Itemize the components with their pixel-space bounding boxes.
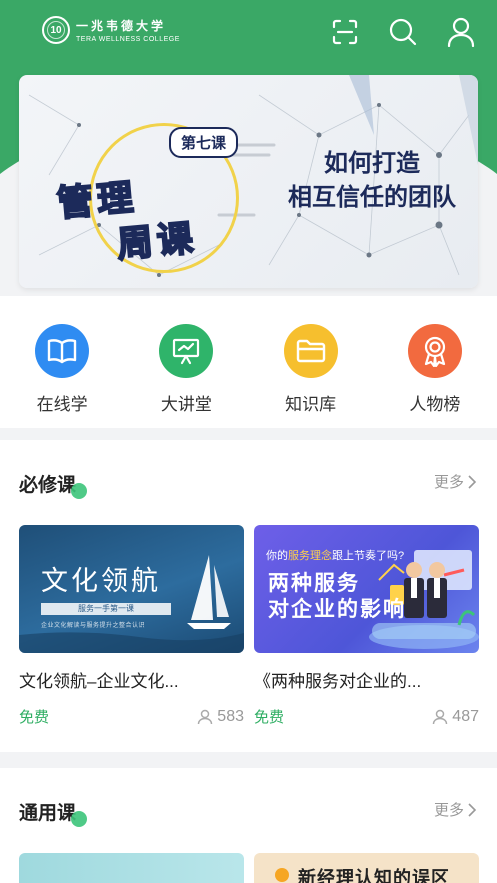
- question-part2: 跟上节奏了吗?: [332, 550, 405, 562]
- section-header: 通用课 更多: [0, 768, 497, 848]
- nav-knowledge-base[interactable]: 知识库: [249, 296, 373, 428]
- thumbnail-title-line1: 两种服务: [268, 572, 360, 595]
- banner-subtitle-line1: 如何打造: [324, 150, 420, 177]
- logo-chinese: 一兆韦德大学: [76, 19, 167, 33]
- more-label: 更多: [433, 802, 464, 819]
- course-title: 文化领航–企业文化...: [19, 672, 179, 691]
- required-courses-section: 必修课 更多 文化领航 服务一手第一课 企业文化解读与服务提升之整合认识 文化领…: [0, 440, 497, 752]
- search-icon[interactable]: [387, 16, 419, 48]
- banner-subtitle: 如何打造 相互信任的团队: [288, 147, 456, 215]
- learner-count: 487: [432, 708, 479, 726]
- general-courses-section: 通用课 更多 新经理认知的误区: [0, 768, 497, 883]
- title-accent-dot: [71, 811, 87, 827]
- learner-count: 583: [197, 708, 244, 726]
- section-title: 通用课: [19, 803, 77, 824]
- top-bar: 10 一兆韦德大学 TERA WELLNESS COLLEGE: [0, 0, 497, 64]
- top-actions: [329, 16, 477, 48]
- logo-badge: 10: [42, 16, 70, 44]
- course-card[interactable]: 你的服务理念跟上节奏了吗? 两种服务 对企业的影响 《两种服务对企业的... 免…: [254, 525, 479, 727]
- course-card[interactable]: [19, 853, 244, 883]
- thumbnail-title: 文化领航: [41, 566, 161, 597]
- more-link[interactable]: 更多: [434, 799, 477, 820]
- section-title: 必修课: [19, 475, 77, 496]
- nav-label: 知识库: [285, 395, 337, 414]
- quick-nav: 在线学 大讲堂 知识库 人物榜: [0, 296, 497, 428]
- logo-english: TERA WELLNESS COLLEGE: [76, 36, 180, 43]
- thumbnail-caption: 企业文化解读与服务提升之整合认识: [41, 623, 146, 629]
- banner-title-group: 第七课 管理 周课: [49, 115, 239, 273]
- course-card[interactable]: 新经理认知的误区: [254, 853, 479, 883]
- thumbnail-title: 两种服务 对企业的影响: [268, 571, 406, 623]
- book-icon: [35, 324, 90, 378]
- promo-banner[interactable]: 第七课 管理 周课 如何打造 相互信任的团队: [19, 75, 478, 288]
- user-icon[interactable]: [445, 16, 477, 48]
- banner-title: 管理 周课: [54, 169, 199, 273]
- course-thumbnail: 文化领航 服务一手第一课 企业文化解读与服务提升之整合认识: [19, 525, 244, 653]
- thumbnail-title: 新经理认知的误区: [298, 868, 450, 883]
- more-label: 更多: [433, 474, 464, 491]
- section-header: 必修课 更多: [0, 440, 497, 520]
- question-highlight: 服务理念: [288, 550, 332, 562]
- thumbnail-question: 你的服务理念跟上节奏了吗?: [266, 547, 404, 563]
- banner-lesson-tag: 第七课: [169, 127, 239, 158]
- course-meta: 免费 583: [19, 706, 244, 727]
- course-price: 免费: [19, 709, 50, 726]
- course-thumbnail: 你的服务理念跟上节奏了吗? 两种服务 对企业的影响: [254, 525, 479, 653]
- nav-label: 大讲堂: [160, 395, 212, 414]
- person-icon: [198, 709, 213, 724]
- thumbnail-title-line2: 对企业的影响: [268, 598, 406, 621]
- course-cards: 文化领航 服务一手第一课 企业文化解读与服务提升之整合认识 文化领航–企业文化.…: [19, 525, 479, 727]
- app-screen: 10 一兆韦德大学 TERA WELLNESS COLLEGE 第七课 管理 周…: [0, 0, 497, 883]
- nav-label: 在线学: [36, 395, 88, 414]
- learner-count-value: 487: [452, 707, 479, 725]
- chevron-right-icon: [468, 474, 477, 489]
- nav-people-ranking[interactable]: 人物榜: [373, 296, 497, 428]
- course-meta: 免费 487: [254, 706, 479, 727]
- course-card[interactable]: 文化领航 服务一手第一课 企业文化解读与服务提升之整合认识 文化领航–企业文化.…: [19, 525, 244, 727]
- person-icon: [433, 709, 448, 724]
- nav-lecture-hall[interactable]: 大讲堂: [124, 296, 248, 428]
- folder-icon: [283, 324, 338, 378]
- course-cards: 新经理认知的误区: [19, 853, 479, 883]
- presentation-icon: [159, 324, 214, 378]
- more-link[interactable]: 更多: [434, 471, 477, 492]
- course-price: 免费: [254, 709, 285, 726]
- medal-icon: [407, 324, 462, 378]
- chevron-right-icon: [468, 802, 477, 817]
- nav-online-study[interactable]: 在线学: [0, 296, 124, 428]
- nav-label: 人物榜: [409, 395, 461, 414]
- logo: 10 一兆韦德大学 TERA WELLNESS COLLEGE: [42, 16, 180, 44]
- learner-count-value: 583: [217, 707, 244, 725]
- logo-text: 一兆韦德大学 TERA WELLNESS COLLEGE: [76, 17, 180, 43]
- course-title: 《两种服务对企业的...: [254, 672, 422, 691]
- scan-icon[interactable]: [329, 16, 361, 48]
- title-accent-dot: [71, 483, 87, 499]
- question-part1: 你的: [266, 550, 288, 562]
- thumbnail-subtitle: 服务一手第一课: [41, 603, 171, 615]
- banner-subtitle-line2: 相互信任的团队: [288, 184, 456, 211]
